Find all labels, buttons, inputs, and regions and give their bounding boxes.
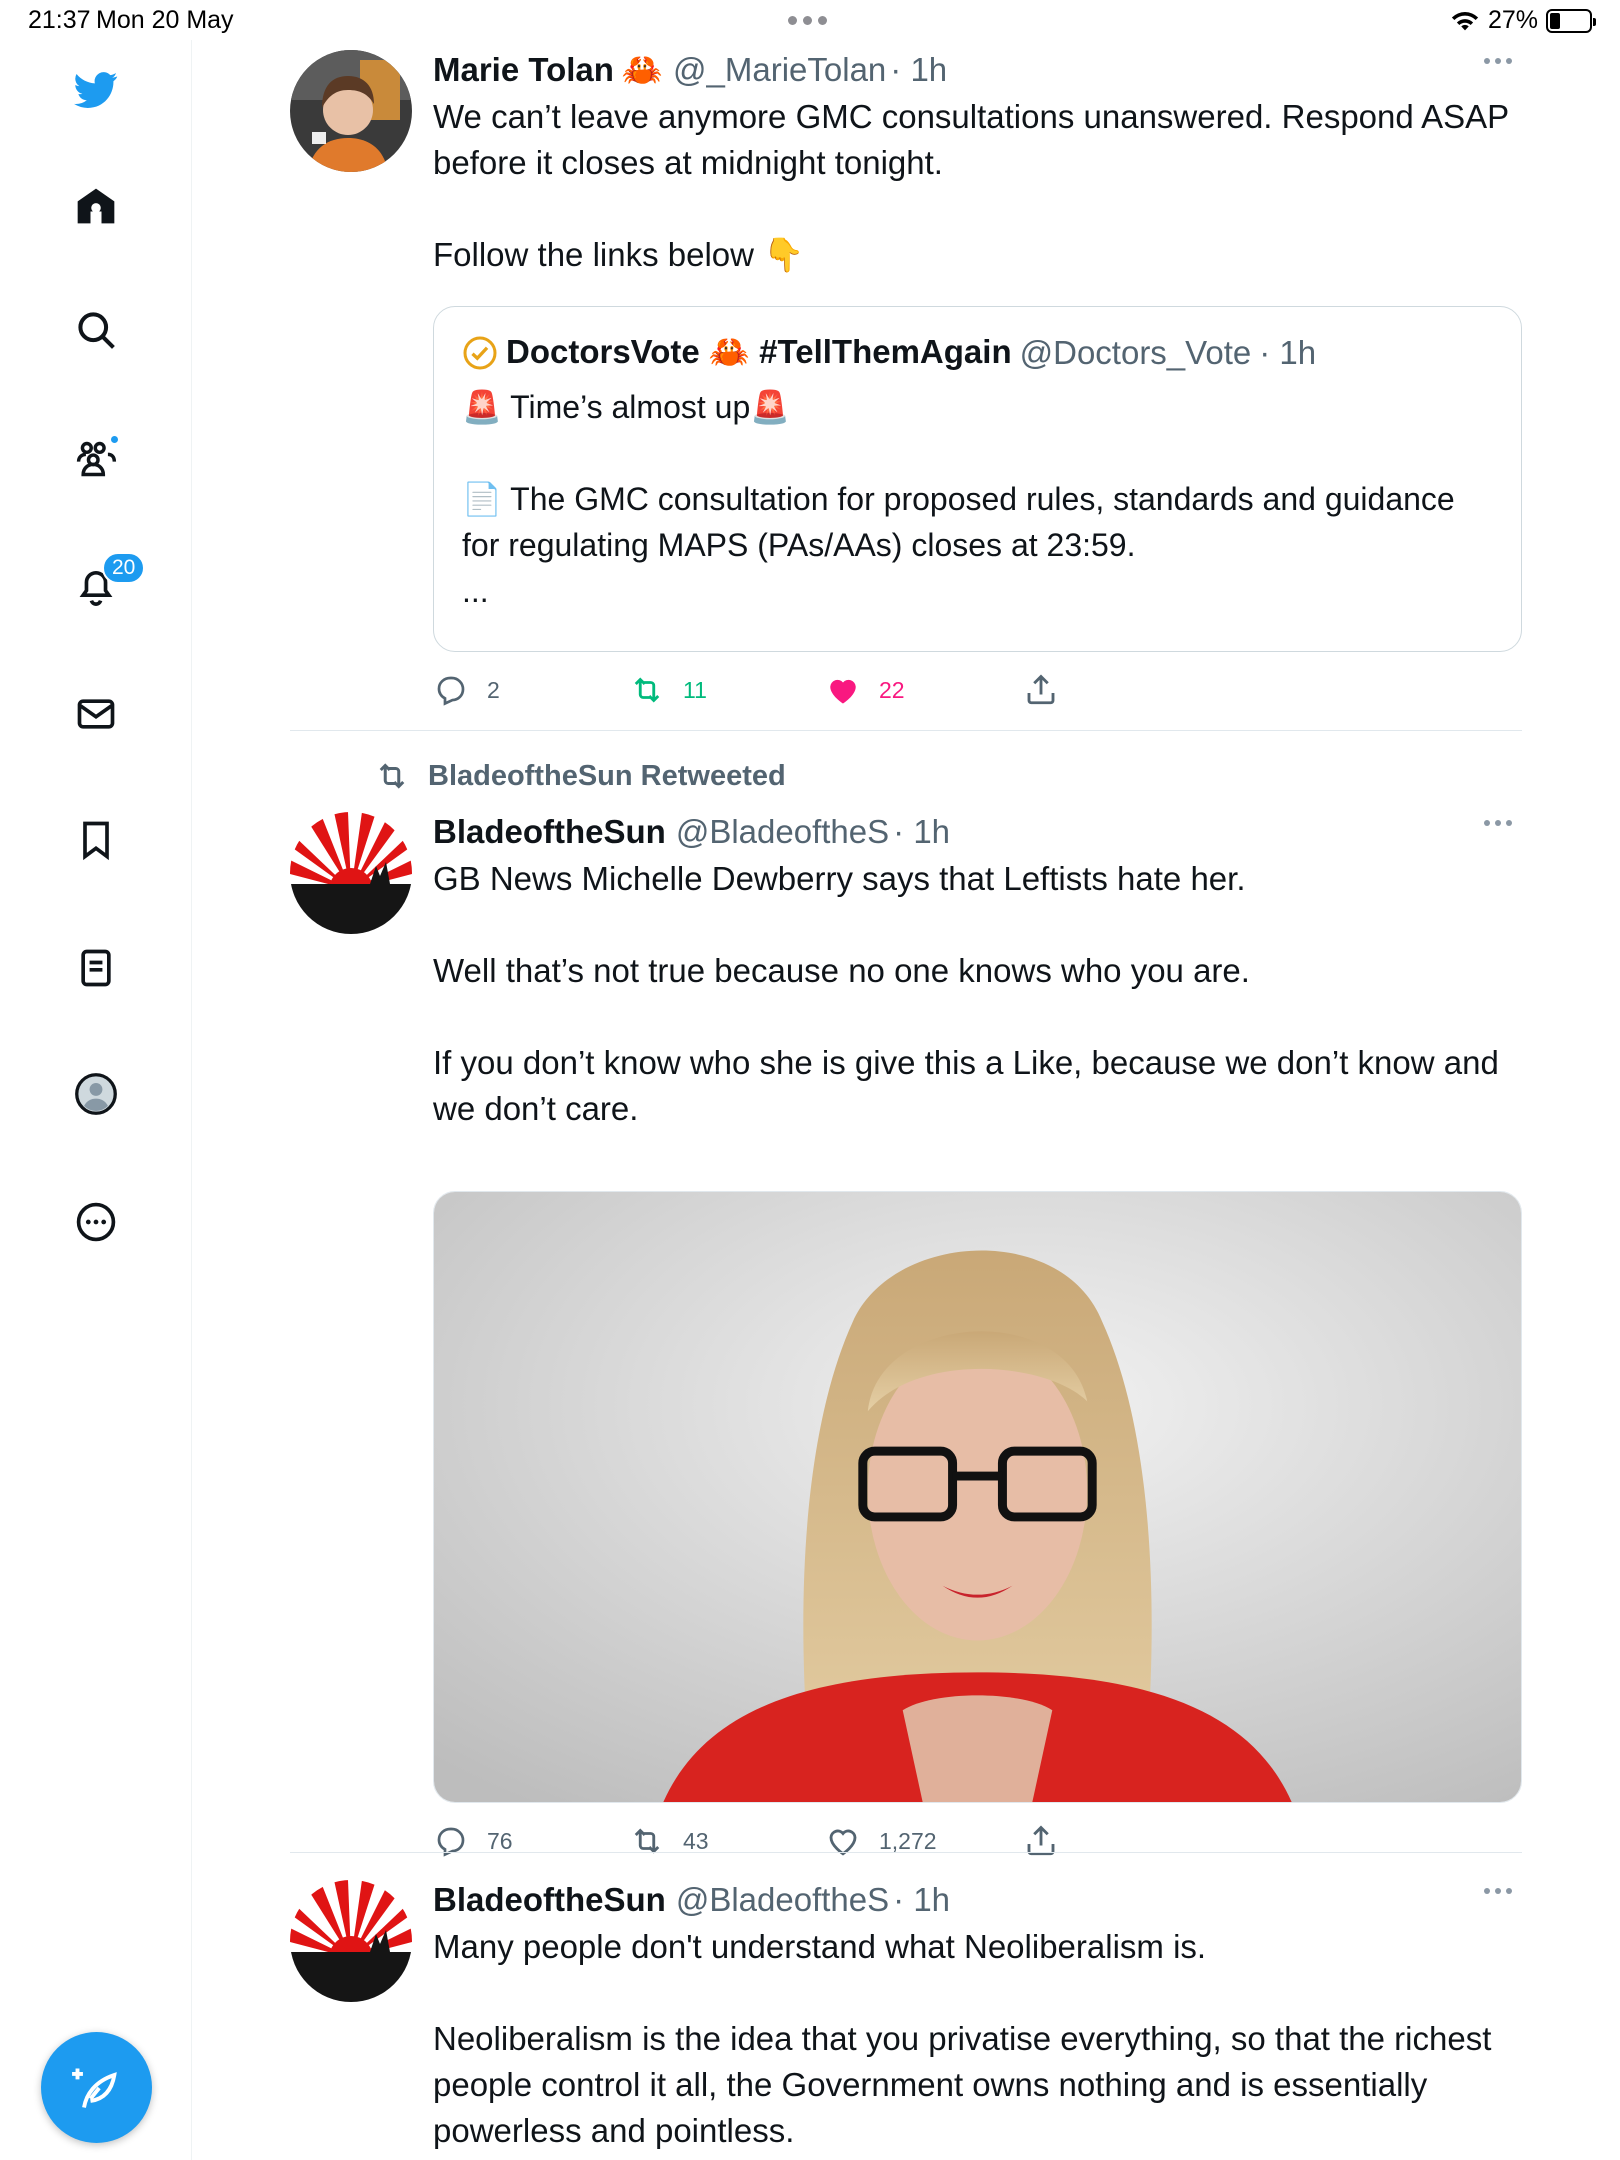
tweet-header: BladeoftheSun @BladeoftheS · 1h	[433, 812, 1522, 852]
like-button[interactable]: 22	[825, 672, 905, 708]
like-button[interactable]: 1,272	[825, 1823, 937, 1859]
retweet-count: 11	[683, 676, 707, 703]
verified-org-icon	[463, 336, 497, 369]
messages-icon[interactable]	[68, 686, 124, 742]
reply-count: 76	[487, 1827, 513, 1854]
tweet-text-line: GB News Michelle Dewberry says that Left…	[433, 860, 1246, 897]
retweet-icon	[634, 1828, 660, 1854]
twitter-logo-icon[interactable]	[68, 62, 124, 118]
tweet-text-line: If you don’t know who she is give this a…	[433, 1044, 1499, 1127]
share-icon	[1027, 1825, 1055, 1856]
wifi-icon	[1451, 11, 1479, 30]
tweet-text-line	[433, 994, 1522, 1040]
notifications-icon[interactable]: 20	[68, 552, 146, 614]
author-name-emoji: 🦀	[621, 50, 664, 89]
reply-button[interactable]: 2	[433, 672, 500, 708]
tweet-header: Marie Tolan 🦀 @_MarieTolan · 1h	[433, 50, 1522, 90]
quoted-tweet-header: DoctorsVote 🦀 #TellThemAgain @Doctors_Vo…	[462, 333, 1493, 372]
profile-icon[interactable]	[68, 1066, 124, 1122]
tweet-text-line	[433, 1970, 1522, 2016]
retweet-icon	[634, 677, 660, 703]
compose-tweet-button[interactable]	[41, 2032, 152, 2143]
tweet-text-line: Follow the links below 👇	[433, 236, 805, 273]
retweet-count: 43	[683, 1827, 709, 1854]
tweet-divider	[290, 1852, 1522, 1853]
author-handle[interactable]: @BladeoftheS	[676, 1880, 889, 1920]
notifications-badge: 20	[102, 552, 146, 584]
status-right: 27%	[1450, 6, 1596, 35]
like-count: 22	[879, 676, 905, 703]
reply-icon	[437, 676, 465, 706]
home-icon[interactable]	[68, 178, 124, 234]
share-button[interactable]	[1023, 1823, 1059, 1859]
tweet-bladeofthesun[interactable]: BladeoftheSun @BladeoftheS · 1h Many peo…	[290, 1880, 1522, 2160]
quoted-text-line	[462, 430, 1493, 476]
tweet-divider	[290, 730, 1522, 731]
compose-feather-icon	[71, 2068, 117, 2108]
author-handle[interactable]: @_MarieTolan	[673, 50, 886, 90]
tweet-more-icon[interactable]	[1484, 58, 1512, 64]
battery-percent: 27%	[1487, 6, 1538, 34]
tweet-image[interactable]	[433, 1191, 1522, 1803]
multitasking-dots[interactable]	[788, 16, 827, 25]
battery-icon	[1546, 8, 1596, 33]
avatar-bladeofthesun[interactable]	[290, 812, 412, 934]
tweet-marie-tolan[interactable]: Marie Tolan 🦀 @_MarieTolan · 1h We can’t…	[290, 50, 1522, 730]
tweet-time[interactable]: · 1h	[893, 1880, 950, 1920]
tweet-text: Many people don't understand what Neolib…	[433, 1924, 1522, 2154]
quoted-text-line: 📄 The GMC consultation for proposed rule…	[462, 481, 1455, 563]
tweet-time[interactable]: · 1h	[893, 812, 950, 852]
status-date: Mon 20 May	[96, 6, 234, 34]
lists-icon[interactable]	[68, 940, 124, 996]
tweet-text: GB News Michelle Dewberry says that Left…	[433, 856, 1522, 1132]
reply-icon	[437, 1827, 465, 1857]
retweeted-by[interactable]: BladeoftheSun Retweeted	[374, 758, 786, 794]
retweeted-by-label: BladeoftheSun Retweeted	[428, 759, 786, 792]
avatar-marie-tolan[interactable]	[290, 50, 412, 172]
bookmarks-icon[interactable]	[68, 812, 124, 868]
retweet-button[interactable]: 11	[629, 672, 707, 708]
retweet-small-icon	[379, 763, 405, 789]
tweet-text-line: Neoliberalism is the idea that you priva…	[433, 2020, 1492, 2149]
quoted-text-line: ...	[462, 573, 489, 609]
share-button[interactable]	[1023, 672, 1059, 708]
status-bar: 21:37 Mon 20 May 27%	[0, 0, 1620, 40]
tweet-bladeofthesun-retweet[interactable]: BladeoftheSun @BladeoftheS · 1h GB News …	[290, 812, 1522, 1872]
like-count: 1,272	[879, 1827, 937, 1854]
timeline: Marie Tolan 🦀 @_MarieTolan · 1h We can’t…	[192, 40, 1620, 2160]
quoted-tweet-time: · 1h	[1259, 333, 1317, 371]
quoted-author-name[interactable]: DoctorsVote 🦀 #TellThemAgain	[506, 333, 1012, 372]
reply-button[interactable]: 76	[433, 1823, 513, 1859]
tweet-time[interactable]: · 1h	[890, 50, 947, 90]
quoted-author-handle[interactable]: @Doctors_Vote	[1020, 334, 1252, 372]
tweet-header: BladeoftheSun @BladeoftheS · 1h	[433, 1880, 1522, 1920]
author-name[interactable]: Marie Tolan	[433, 50, 614, 90]
status-time: 21:37	[28, 6, 91, 34]
tweet-text-line	[433, 902, 1522, 948]
tweet-text-line: We can’t leave anymore GMC consultations…	[433, 98, 1509, 181]
tweet-text-line	[433, 186, 1522, 232]
author-name[interactable]: BladeoftheSun	[433, 1880, 666, 1920]
heart-filled-icon	[830, 679, 856, 704]
heart-icon	[829, 1829, 857, 1856]
author-handle[interactable]: @BladeoftheS	[676, 812, 889, 852]
tweet-more-icon[interactable]	[1484, 1888, 1512, 1894]
sidebar: 20	[0, 40, 192, 2160]
quoted-text-line: 🚨 Time’s almost up🚨	[462, 389, 791, 425]
tweet-text-line: Well that’s not true because no one know…	[433, 952, 1250, 989]
more-options-icon[interactable]	[68, 1194, 124, 1250]
search-icon[interactable]	[68, 302, 124, 358]
quoted-tweet[interactable]: DoctorsVote 🦀 #TellThemAgain @Doctors_Vo…	[433, 306, 1522, 652]
communities-new-dot	[109, 434, 120, 445]
tweet-text: We can’t leave anymore GMC consultations…	[433, 94, 1522, 278]
tweet-more-icon[interactable]	[1484, 820, 1512, 826]
quoted-tweet-text: 🚨 Time’s almost up🚨 📄 The GMC consultati…	[462, 384, 1493, 614]
retweet-button[interactable]: 43	[629, 1823, 709, 1859]
reply-count: 2	[487, 676, 500, 703]
communities-icon[interactable]	[68, 430, 124, 486]
author-name[interactable]: BladeoftheSun	[433, 812, 666, 852]
tweet-text-line: Many people don't understand what Neolib…	[433, 1928, 1207, 1965]
share-icon	[1027, 674, 1055, 705]
avatar-bladeofthesun[interactable]	[290, 1880, 412, 2002]
